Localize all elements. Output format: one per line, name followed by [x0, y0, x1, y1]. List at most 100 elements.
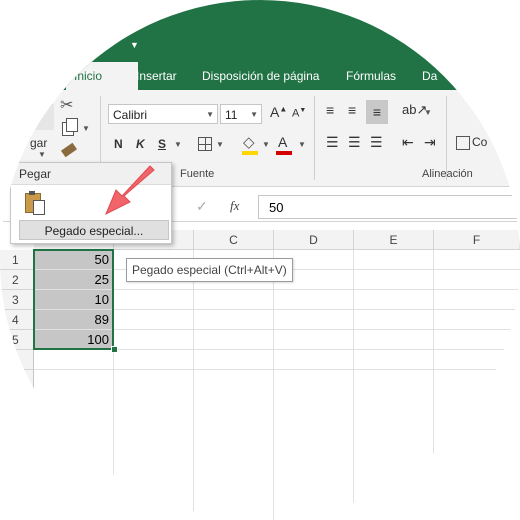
font-name-combo[interactable]: Calibri ▼ — [108, 104, 218, 124]
title-bar: ▼ — [0, 0, 520, 62]
font-size-combo[interactable]: 11 ▼ — [220, 104, 262, 124]
shrink-font-button[interactable]: A▼ — [292, 107, 306, 120]
grow-font-label: A — [270, 104, 280, 120]
tab-datos[interactable]: Da — [414, 62, 445, 90]
selection-range-border — [33, 249, 114, 350]
copy-icon-back — [66, 118, 78, 132]
column-header-e[interactable]: E — [354, 230, 434, 250]
tab-disposicion-label: Disposición de página — [202, 69, 320, 83]
increase-indent-icon[interactable]: ⇥ — [424, 134, 436, 151]
font-color-label: A — [278, 134, 288, 150]
align-middle-icon[interactable]: ≡ — [348, 102, 356, 118]
column-header-d[interactable]: D — [274, 230, 354, 250]
row-header-1-label: 1 — [12, 253, 19, 267]
orientation-dropdown-icon[interactable]: ▼ — [424, 108, 432, 117]
paste-label-partial: gar — [30, 136, 48, 150]
font-color-swatch — [276, 151, 292, 155]
row-header-3-label: 3 — [12, 293, 19, 307]
gridline-row5 — [114, 349, 520, 350]
tab-formulas[interactable]: Fórmulas — [338, 62, 404, 90]
tab-insertar[interactable]: Insertar — [128, 62, 185, 90]
annotation-arrow-icon — [105, 165, 155, 216]
tab-disposicion-pagina[interactable]: Disposición de página — [194, 62, 327, 90]
paste-menu-header-label: Pegar — [19, 167, 52, 181]
separator-font — [314, 96, 315, 180]
paste-special-tooltip: Pegado especial (Ctrl+Alt+V) — [126, 258, 293, 282]
font-size-value: 11 — [225, 108, 238, 122]
clipboard-clip — [29, 191, 35, 195]
tab-datos-label: Da — [422, 69, 438, 83]
underline-button[interactable]: S — [158, 137, 166, 151]
tab-formulas-label: Fórmulas — [346, 69, 397, 83]
column-header-d-label: D — [309, 233, 318, 247]
column-header-c-label: C — [229, 233, 238, 247]
font-color-button[interactable]: A — [278, 134, 287, 150]
quick-access-dropdown-icon[interactable]: ▼ — [130, 40, 139, 50]
column-header-f-label: F — [472, 233, 481, 247]
font-color-dropdown-icon[interactable]: ▼ — [298, 140, 306, 149]
grow-font-button[interactable]: A▲ — [270, 104, 287, 120]
gridline-d — [273, 250, 274, 520]
borders-dropdown-icon[interactable]: ▼ — [216, 140, 224, 149]
clipboard-page — [33, 200, 45, 215]
alignment-group-label: Alineación — [422, 168, 473, 180]
gridline-row2 — [114, 289, 520, 290]
align-bottom-icon[interactable]: ≡ — [366, 100, 388, 124]
italic-button[interactable]: K — [136, 137, 145, 151]
align-right-icon[interactable]: ☰ — [370, 134, 383, 151]
font-name-dropdown-icon: ▼ — [206, 110, 214, 119]
gridline-e — [353, 250, 354, 520]
align-top-icon[interactable]: ≡ — [326, 102, 334, 118]
fill-dropdown-icon[interactable]: ▼ — [262, 140, 270, 149]
tooltip-text: Pegado especial (Ctrl+Alt+V) — [132, 263, 287, 277]
fill-color-icon[interactable]: ◇ — [243, 133, 255, 151]
gridline-c — [193, 250, 194, 520]
font-size-dropdown-icon: ▼ — [250, 110, 258, 119]
paste-button-partial[interactable] — [34, 104, 54, 130]
font-name-value: Calibri — [113, 108, 148, 122]
paste-special-label: Pegado especial... — [44, 224, 144, 238]
row-header-1[interactable]: 1 — [0, 250, 34, 270]
confirm-entry-icon[interactable]: ✓ — [196, 198, 208, 215]
insert-function-icon[interactable]: fx — [230, 198, 239, 214]
bold-label: N — [114, 137, 123, 151]
column-header-e-label: E — [389, 233, 398, 247]
tab-inicio-label: Inicio — [74, 69, 103, 83]
column-header-f[interactable]: F — [434, 230, 520, 250]
paste-special-item[interactable]: Pegado especial... — [19, 220, 169, 240]
fill-handle[interactable] — [111, 346, 118, 353]
gridline-row6 — [34, 369, 520, 370]
cut-icon[interactable]: ✂ — [60, 95, 73, 115]
paste-dropdown-icon[interactable]: ▼ — [38, 150, 46, 159]
gridline-row4 — [114, 329, 520, 330]
row-header-2[interactable]: 2 — [0, 270, 34, 290]
align-center-icon[interactable]: ☰ — [348, 134, 361, 151]
wrap-text-icon[interactable] — [456, 136, 470, 150]
gridline-f — [433, 250, 434, 520]
row-header-5-label: 5 — [12, 333, 19, 347]
tab-insertar-label: Insertar — [136, 69, 177, 83]
underline-label: S — [158, 137, 167, 151]
underline-dropdown-icon[interactable]: ▼ — [174, 140, 182, 149]
copy-dropdown-icon[interactable]: ▼ — [82, 124, 90, 133]
paste-option-icon[interactable] — [25, 191, 45, 215]
italic-label: K — [136, 137, 145, 151]
row-header-6[interactable] — [0, 350, 34, 370]
row-header-4-label: 4 — [12, 313, 19, 327]
formula-input-value: 50 — [269, 200, 284, 215]
column-header-c[interactable]: C — [194, 230, 274, 250]
wrap-text-label-partial[interactable]: Co — [472, 135, 487, 149]
borders-icon[interactable] — [198, 137, 212, 151]
row-header-3[interactable]: 3 — [0, 290, 34, 310]
decrease-indent-icon[interactable]: ⇤ — [402, 134, 414, 151]
formula-input[interactable]: 50 — [258, 195, 520, 219]
gridline-row3 — [114, 309, 520, 310]
bold-button[interactable]: N — [114, 137, 123, 151]
row-header-5[interactable]: 5 — [0, 330, 34, 350]
fill-color-swatch — [242, 151, 258, 155]
align-left-icon[interactable]: ☰ — [326, 134, 339, 151]
row-header-4[interactable]: 4 — [0, 310, 34, 330]
row-header-2-label: 2 — [12, 273, 19, 287]
font-group-label: Fuente — [180, 168, 215, 180]
row-header-7[interactable] — [0, 370, 34, 390]
